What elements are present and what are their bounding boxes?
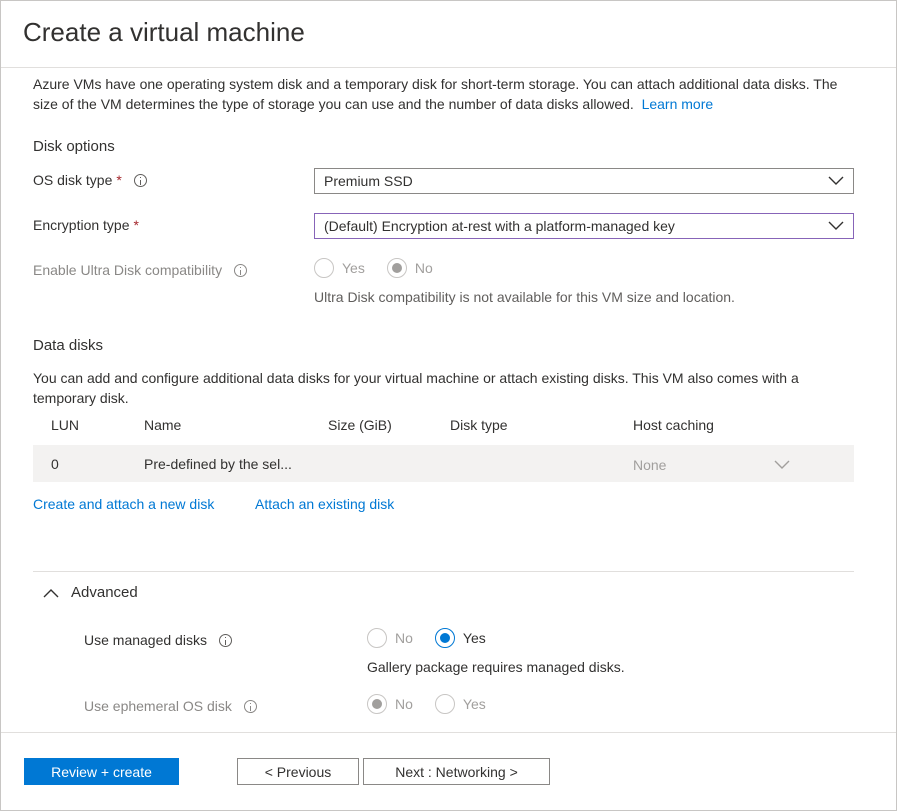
host-caching-value: None [633,456,667,473]
learn-more-link[interactable]: Learn more [642,96,714,112]
intro-text: Azure VMs have one operating system disk… [33,76,838,112]
create-vm-window: Create a virtual machine Azure VMs have … [0,0,897,811]
ephemeral-os-disk-label-text: Use ephemeral OS disk [84,698,232,714]
info-icon[interactable] [218,633,232,647]
managed-disks-radio-group: No Yes [367,628,498,648]
encryption-type-value: (Default) Encryption at-rest with a plat… [324,218,675,234]
data-disks-heading: Data disks [33,337,104,354]
create-attach-disk-link[interactable]: Create and attach a new disk [33,496,214,512]
page-title: Create a virtual machine [23,17,305,47]
option-label: Yes [462,630,486,646]
managed-disks-yes-option[interactable]: Yes [434,628,486,648]
radio-button[interactable] [434,628,455,648]
column-header-lun: LUN [51,417,80,433]
ephemeral-os-disk-no-option[interactable]: No [367,694,413,714]
ultra-disk-yes-option[interactable]: Yes [314,258,365,278]
previous-button[interactable]: < Previous [237,758,359,785]
data-disks-description: You can add and configure additional dat… [33,370,799,406]
option-label: Yes [462,696,486,712]
advanced-toggle[interactable]: Advanced [43,584,138,601]
intro-paragraph: Azure VMs have one operating system disk… [33,74,853,114]
next-networking-button[interactable]: Next : Networking > [363,758,550,785]
required-mark: * [133,217,139,233]
info-icon[interactable] [133,173,147,187]
advanced-heading: Advanced [71,584,138,601]
column-header-disk-type: Disk type [450,417,508,433]
column-header-size: Size (GiB) [328,417,392,433]
ultra-disk-no-option[interactable]: No [386,258,433,278]
info-icon[interactable] [234,263,248,277]
footer-bar: Review + create < Previous Next : Networ… [1,732,896,810]
ultra-disk-radio-group: Yes No [314,258,445,278]
radio-button[interactable] [434,694,455,714]
managed-disks-label-text: Use managed disks [84,632,207,648]
chevron-down-icon [828,221,844,230]
row-name: Pre-defined by the sel... [144,456,292,472]
row-lun: 0 [51,456,59,472]
managed-disks-note: Gallery package requires managed disks. [367,659,625,675]
option-label: No [395,696,413,712]
ephemeral-os-disk-radio-group: No Yes [367,694,498,714]
option-label: Yes [342,260,365,276]
column-header-name: Name [144,417,182,433]
review-create-button[interactable]: Review + create [24,758,179,785]
column-header-host-caching: Host caching [633,417,714,433]
option-label: No [395,630,413,646]
chevron-up-icon [43,588,59,597]
radio-button[interactable] [367,694,387,714]
ultra-disk-label-text: Enable Ultra Disk compatibility [33,262,223,278]
ephemeral-os-disk-label: Use ephemeral OS disk [84,698,257,714]
disks-tab-content[interactable]: Azure VMs have one operating system disk… [1,68,896,732]
radio-button[interactable] [386,258,407,278]
os-disk-type-label: OS disk type * [33,172,147,188]
managed-disks-label: Use managed disks [84,632,232,648]
host-caching-dropdown[interactable]: None [623,452,800,477]
option-label: No [414,260,433,276]
ultra-disk-note: Ultra Disk compatibility is not availabl… [314,289,735,305]
ultra-disk-label: Enable Ultra Disk compatibility [33,262,248,278]
encryption-type-label: Encryption type * [33,217,139,233]
chevron-down-icon [828,176,844,185]
required-mark: * [116,172,122,188]
info-icon[interactable] [243,699,257,713]
managed-disks-no-option[interactable]: No [367,628,413,648]
os-disk-type-value: Premium SSD [324,173,413,189]
section-divider [33,571,854,572]
os-disk-type-label-text: OS disk type [33,172,113,188]
radio-button[interactable] [367,628,387,648]
radio-button[interactable] [314,258,334,278]
encryption-type-label-text: Encryption type [33,217,130,233]
ephemeral-os-disk-yes-option[interactable]: Yes [434,694,486,714]
chevron-down-icon [774,460,790,469]
encryption-type-dropdown[interactable]: (Default) Encryption at-rest with a plat… [314,213,854,239]
os-disk-type-dropdown[interactable]: Premium SSD [314,168,854,194]
attach-existing-disk-link[interactable]: Attach an existing disk [255,496,394,512]
disk-options-heading: Disk options [33,138,115,155]
